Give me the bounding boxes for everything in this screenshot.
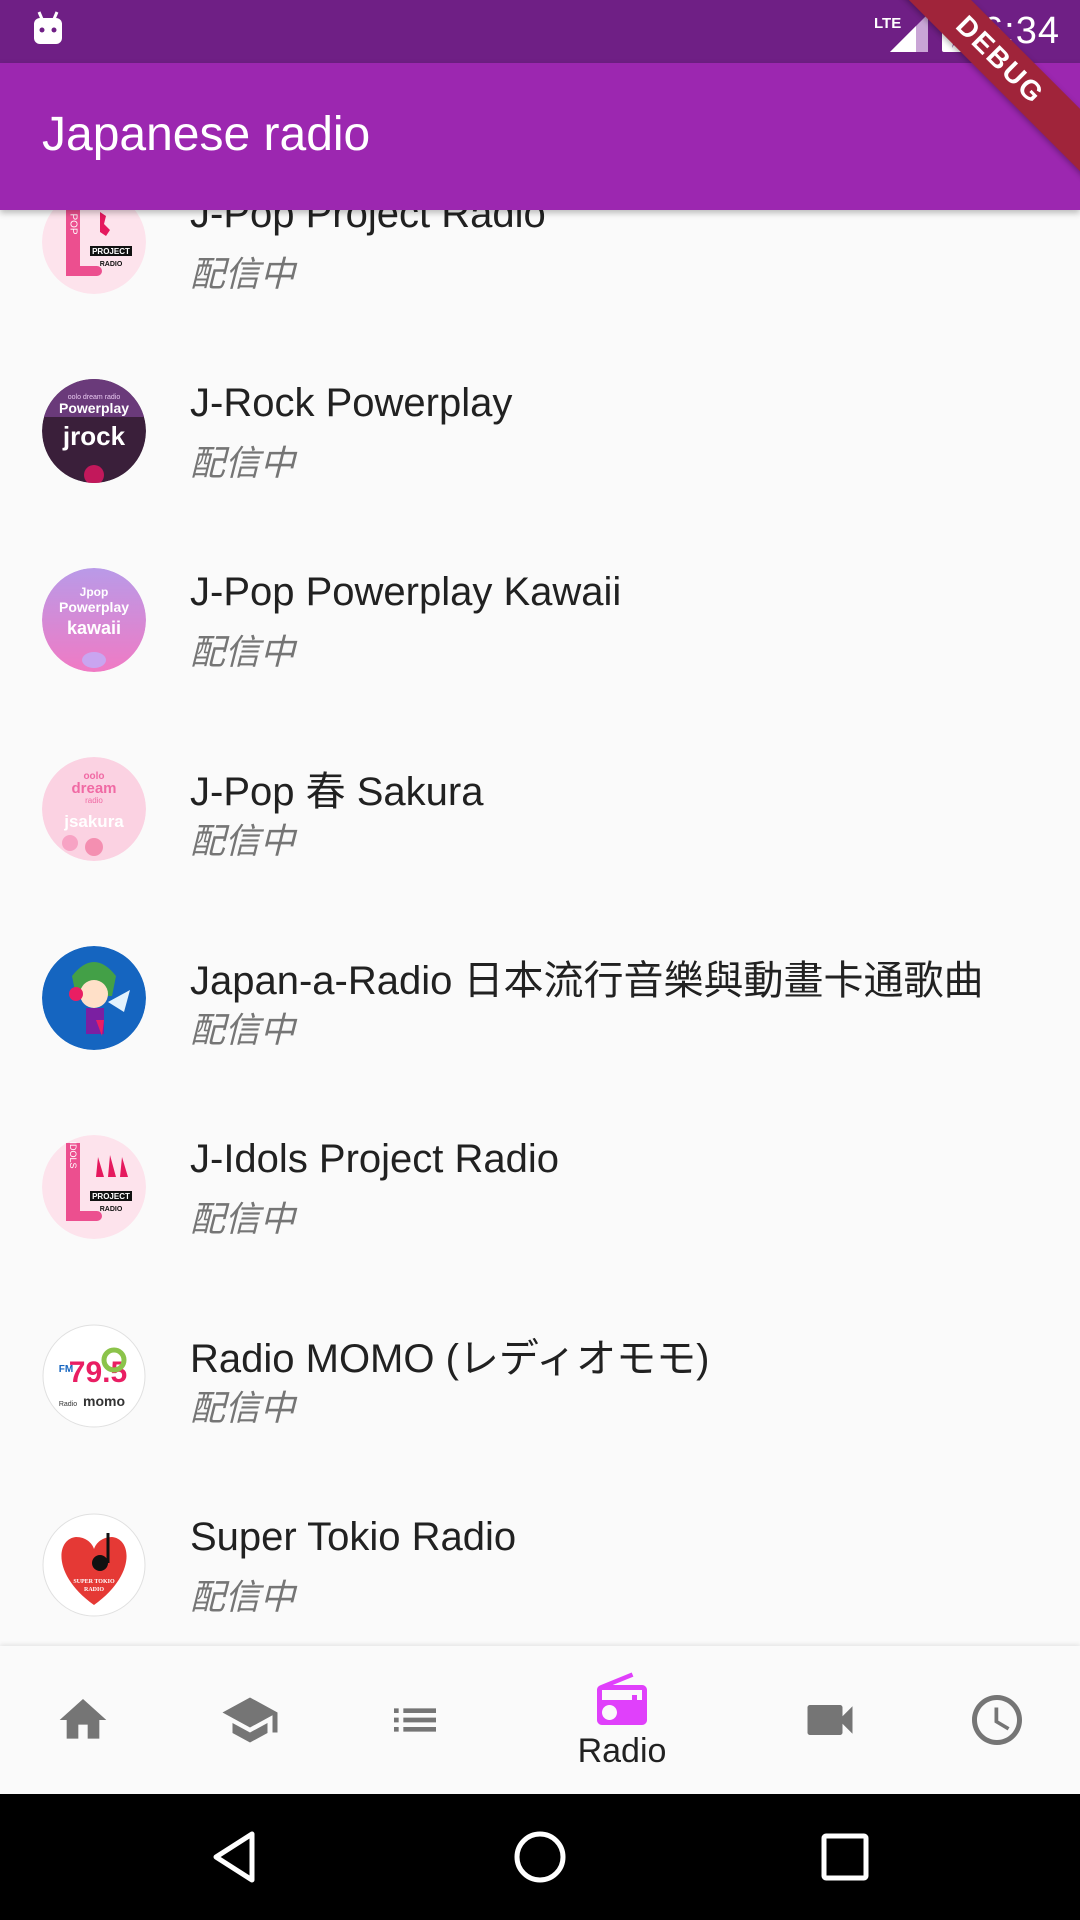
logo-text: Jpop [80, 585, 109, 599]
app-bar: Japanese radio [0, 63, 1080, 210]
station-title: J-Pop Project Radio [190, 210, 546, 236]
station-row[interactable]: POP PROJECT RADIO J-Pop Project Radio 配信… [0, 210, 1080, 379]
lte-signal-icon: LTE [874, 13, 929, 52]
station-title: J-Rock Powerplay [190, 381, 513, 425]
station-status: 配信中 [190, 633, 296, 672]
clock-icon [972, 1695, 1022, 1745]
station-status: 配信中 [190, 822, 296, 861]
station-title: Radio MOMO (レディオモモ) [190, 1337, 710, 1381]
station-title: J-Pop Powerplay Kawaii [190, 570, 622, 614]
station-status: 配信中 [190, 1011, 296, 1050]
logo-text: Powerplay [59, 400, 129, 416]
station-title: J-Idols Project Radio [190, 1137, 560, 1181]
nav-school[interactable] [190, 1646, 310, 1794]
recents-icon[interactable] [810, 1822, 880, 1892]
station-title: J-Pop 春 Sakura [190, 770, 484, 814]
station-status: 配信中 [190, 1578, 296, 1617]
station-status: 配信中 [190, 1389, 296, 1428]
station-row[interactable]: oolo dream radio jsakura J-Pop 春 Sakura … [0, 757, 1080, 946]
station-logo-jpop-project: POP PROJECT RADIO [42, 210, 146, 294]
logo-text: RADIO [100, 261, 123, 268]
station-logo-kawaii: Jpop Powerplay kawaii [42, 568, 146, 672]
nav-history[interactable] [937, 1646, 1057, 1794]
logo-text: PROJECT [92, 1192, 130, 1201]
nav-home[interactable] [23, 1646, 143, 1794]
logo-text: RADIO [84, 1587, 104, 1593]
station-row[interactable]: SUPER TOKIO RADIO Super Tokio Radio 配信中 [0, 1513, 1080, 1646]
station-logo-sakura: oolo dream radio jsakura [42, 757, 146, 861]
logo-text: dream [71, 780, 116, 797]
page-title: Japanese radio [42, 108, 371, 161]
list-icon [394, 1708, 436, 1732]
home-circle-icon[interactable] [505, 1822, 575, 1892]
station-row[interactable]: oolo dream radio Powerplay jrock J-Rock … [0, 379, 1080, 568]
station-title: Super Tokio Radio [190, 1515, 517, 1559]
station-row[interactable]: IDOLS PROJECT RADIO J-Idols Project Radi… [0, 1135, 1080, 1324]
station-status: 配信中 [190, 255, 296, 294]
logo-text: jsakura [63, 812, 124, 831]
school-icon [222, 1697, 278, 1743]
station-title: Japan-a-Radio 日本流行音樂與動畫卡通歌曲 [190, 959, 984, 1003]
logo-text: kawaii [67, 618, 121, 638]
station-logo-jrock: oolo dream radio Powerplay jrock [42, 379, 146, 483]
radio-icon [597, 1672, 647, 1725]
nav-list[interactable] [355, 1646, 475, 1794]
station-logo-super-tokio: SUPER TOKIO RADIO [42, 1513, 146, 1617]
videocam-icon [807, 1705, 853, 1735]
home-icon [59, 1699, 107, 1739]
logo-text: IDOLS [68, 1141, 78, 1168]
station-logo-jidols: IDOLS PROJECT RADIO [42, 1135, 146, 1239]
bottom-navigation: Radio [0, 1646, 1080, 1794]
system-navigation-bar [0, 1794, 1080, 1920]
logo-text: radio [85, 796, 103, 805]
station-logo-radio-momo: FM 79.5 Radio momo [42, 1324, 146, 1428]
logo-text: POP [68, 213, 79, 234]
logo-text: PROJECT [92, 247, 130, 256]
logo-text: jrock [62, 421, 126, 451]
logo-text: Radio [59, 1401, 77, 1408]
svg-text:LTE: LTE [874, 15, 901, 32]
station-status: 配信中 [190, 1200, 296, 1239]
station-row[interactable]: Jpop Powerplay kawaii J-Pop Powerplay Ka… [0, 568, 1080, 757]
back-icon[interactable] [200, 1822, 270, 1892]
station-logo-japan-a-radio [42, 946, 146, 1050]
nav-radio[interactable]: Radio [562, 1646, 682, 1794]
logo-text: momo [83, 1393, 125, 1409]
logo-text: 79.5 [69, 1356, 127, 1389]
nav-radio-label: Radio [577, 1731, 667, 1770]
android-notification-icon [34, 11, 62, 44]
station-status: 配信中 [190, 444, 296, 483]
station-row[interactable]: Japan-a-Radio 日本流行音樂與動畫卡通歌曲 配信中 [0, 946, 1080, 1135]
logo-text: Powerplay [59, 599, 129, 615]
logo-text: RADIO [100, 1206, 123, 1213]
logo-text: SUPER TOKIO [73, 1579, 115, 1585]
nav-video[interactable] [770, 1646, 890, 1794]
station-row[interactable]: FM 79.5 Radio momo Radio MOMO (レディオモモ) 配… [0, 1324, 1080, 1513]
station-list[interactable]: POP PROJECT RADIO J-Pop Project Radio 配信… [0, 210, 1080, 1646]
